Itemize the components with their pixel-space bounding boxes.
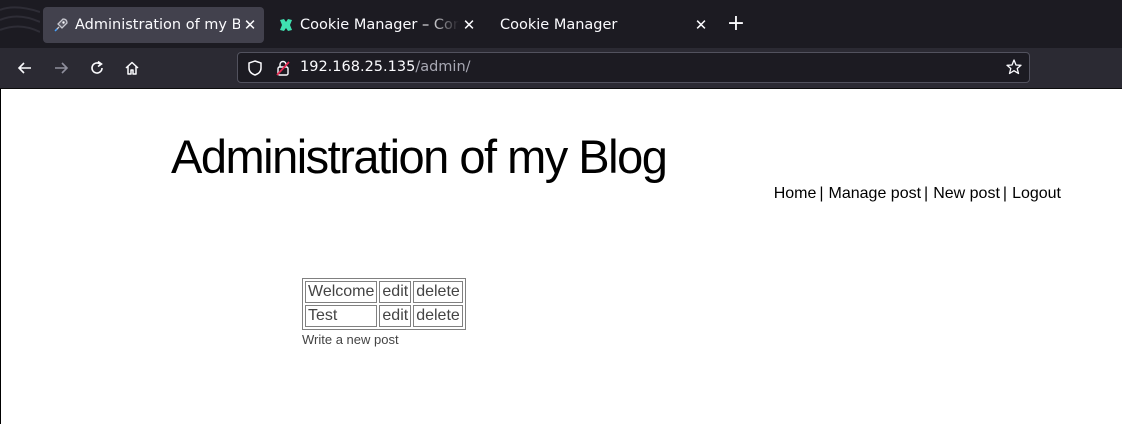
home-button[interactable] (120, 56, 144, 80)
write-new-post-link[interactable]: Write a new post (302, 332, 399, 347)
tabbar-decoration (0, 6, 40, 33)
cookie-manager-icon (278, 17, 294, 33)
insecure-lock-icon[interactable] (274, 59, 292, 81)
tab-admin-blog[interactable]: Administration of my Blog ✕ (43, 7, 264, 43)
edit-cell: edit (379, 305, 412, 327)
url-host: 192.168.25.135 (300, 59, 416, 75)
tab-cookie-manager-consign[interactable]: Cookie Manager – Consign ✕ (268, 7, 483, 43)
url-text[interactable]: 192.168.25.135/admin/ (300, 59, 471, 75)
tab-title: Cookie Manager (500, 17, 618, 33)
posts-table: Welcome edit delete Test edit delete (302, 278, 466, 330)
nav-link-new-post[interactable]: New post (933, 185, 1000, 202)
back-button[interactable] (13, 56, 37, 80)
page-content: Administration of my Blog Home | Manage po… (0, 89, 1122, 424)
tab-cookie-manager[interactable]: Cookie Manager ✕ (490, 7, 715, 43)
url-path: /admin/ (415, 59, 471, 75)
nav-separator: | (819, 185, 824, 202)
table-row: Test edit delete (305, 305, 463, 327)
nav-separator: | (924, 185, 929, 202)
post-title: Test (305, 305, 378, 327)
page-title: Administration of my Blog (171, 130, 668, 183)
delete-link[interactable]: delete (416, 307, 460, 324)
reload-button[interactable] (85, 56, 109, 80)
forward-arrow-icon (55, 62, 69, 74)
post-title: Welcome (305, 281, 378, 303)
nav-link-home[interactable]: Home (774, 185, 817, 202)
rocket-icon (53, 17, 69, 33)
nav-separator: | (1002, 185, 1008, 202)
tab-title: Administration of my Blog (75, 17, 240, 33)
table-row: Welcome edit delete (305, 281, 463, 303)
delete-cell: delete (413, 281, 463, 303)
admin-nav: Home | Manage post | New post | Logout (774, 185, 1061, 203)
close-tab-icon[interactable]: ✕ (691, 15, 711, 35)
shield-icon[interactable] (246, 59, 264, 81)
new-tab-button[interactable]: + (724, 13, 748, 37)
bookmark-star-icon[interactable] (1005, 58, 1023, 80)
reload-icon (91, 60, 103, 74)
edit-link[interactable]: edit (382, 307, 408, 324)
delete-link[interactable]: delete (416, 283, 460, 300)
close-tab-icon[interactable]: ✕ (459, 15, 479, 35)
close-tab-icon[interactable]: ✕ (240, 15, 260, 35)
tab-title: Cookie Manager – Consign (300, 17, 459, 33)
edit-link[interactable]: edit (382, 283, 408, 300)
nav-link-logout[interactable]: Logout (1012, 185, 1061, 202)
nav-link-manage-post[interactable]: Manage post (829, 185, 922, 202)
edit-cell: edit (379, 281, 412, 303)
tab-bar: Administration of my Blog ✕ Cookie Manag… (0, 0, 1122, 48)
delete-cell: delete (413, 305, 463, 327)
forward-button[interactable] (49, 56, 73, 80)
back-arrow-icon (17, 62, 31, 74)
home-icon (125, 61, 139, 75)
address-bar[interactable]: 192.168.25.135/admin/ (237, 52, 1030, 83)
